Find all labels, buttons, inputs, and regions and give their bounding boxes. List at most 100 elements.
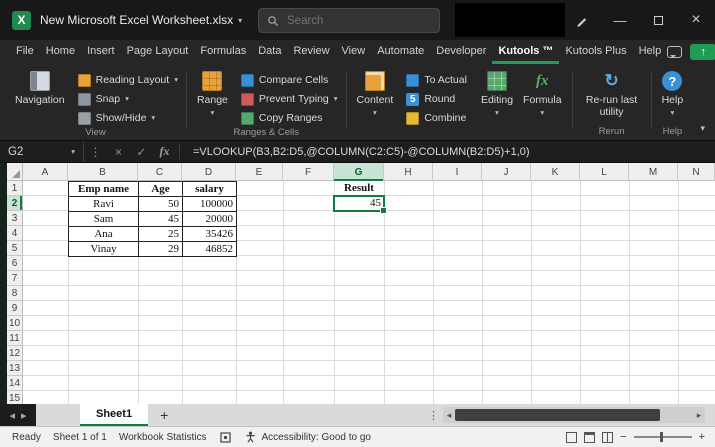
navigation-button[interactable]: Navigation: [10, 69, 70, 108]
column-header-H[interactable]: H: [384, 163, 433, 181]
rerun-last-utility-button[interactable]: ↻ Re-run last utility: [578, 69, 646, 120]
search-box[interactable]: [258, 8, 440, 33]
sheet-tab-sheet1[interactable]: Sheet1: [80, 404, 149, 426]
combine-button[interactable]: Combine: [403, 110, 470, 126]
row-header-11[interactable]: 11: [7, 331, 22, 346]
column-header-C[interactable]: C: [138, 163, 182, 181]
column-header-F[interactable]: F: [283, 163, 334, 181]
row-header-3[interactable]: 3: [7, 211, 22, 226]
workbook-statistics[interactable]: Workbook Statistics: [119, 432, 207, 443]
column-header-L[interactable]: L: [580, 163, 629, 181]
row-header-7[interactable]: 7: [7, 271, 22, 286]
column-header-I[interactable]: I: [433, 163, 482, 181]
window-title-dropdown[interactable]: New Microsoft Excel Worksheet.xlsx ▾: [40, 13, 242, 27]
row-header-13[interactable]: 13: [7, 361, 22, 376]
insert-function-button[interactable]: fx: [153, 144, 176, 159]
normal-view-icon[interactable]: [566, 431, 578, 443]
cell-B5[interactable]: Vinay: [69, 242, 139, 257]
column-header-B[interactable]: B: [68, 163, 138, 181]
column-header-K[interactable]: K: [531, 163, 580, 181]
row-header-2[interactable]: 2: [7, 196, 22, 211]
cell-B3[interactable]: Sam: [69, 212, 139, 227]
tab-insert[interactable]: Insert: [81, 40, 121, 64]
row-header-1[interactable]: 1: [7, 181, 22, 196]
search-input[interactable]: [285, 13, 415, 28]
cell-D5[interactable]: 46852: [183, 242, 237, 257]
share-button[interactable]: ↑: [690, 44, 715, 60]
grid-body[interactable]: Emp name Age salary Ravi 50 100000 Sam 4…: [23, 181, 715, 404]
cell-D4[interactable]: 35426: [183, 227, 237, 242]
column-header-N[interactable]: N: [678, 163, 715, 181]
name-box[interactable]: G2 ▾: [0, 141, 84, 162]
previous-sheet-button[interactable]: ◂: [9, 409, 15, 422]
cell-D1[interactable]: salary: [183, 182, 237, 197]
column-header-G[interactable]: G: [334, 163, 384, 181]
zoom-in-button[interactable]: +: [699, 431, 705, 443]
row-header-4[interactable]: 4: [7, 226, 22, 241]
draw-button[interactable]: [563, 0, 601, 40]
select-all-button[interactable]: [7, 163, 23, 181]
snap-button[interactable]: Snap ▾: [75, 91, 181, 107]
show-hide-button[interactable]: Show/Hide ▾: [75, 110, 181, 126]
cell-D3[interactable]: 20000: [183, 212, 237, 227]
maximize-button[interactable]: [639, 0, 677, 40]
column-header-A[interactable]: A: [23, 163, 68, 181]
cell-D2[interactable]: 100000: [183, 197, 237, 212]
minimize-button[interactable]: —: [601, 0, 639, 40]
column-header-M[interactable]: M: [629, 163, 678, 181]
accessibility-status[interactable]: Accessibility: Good to go: [261, 432, 371, 443]
scroll-right-arrow[interactable]: ▸: [693, 410, 705, 421]
page-layout-view-icon[interactable]: [584, 431, 596, 443]
close-button[interactable]: ×: [677, 0, 715, 40]
new-sheet-button[interactable]: +: [148, 404, 180, 426]
row-header-8[interactable]: 8: [7, 286, 22, 301]
round-button[interactable]: 5 Round: [403, 91, 470, 107]
compare-cells-button[interactable]: Compare Cells: [238, 72, 341, 88]
cell-B4[interactable]: Ana: [69, 227, 139, 242]
tab-page-layout[interactable]: Page Layout: [121, 40, 195, 64]
row-header-14[interactable]: 14: [7, 376, 22, 391]
row-header-9[interactable]: 9: [7, 301, 22, 316]
cell-B1[interactable]: Emp name: [69, 182, 139, 197]
row-header-10[interactable]: 10: [7, 316, 22, 331]
cell-C4[interactable]: 25: [139, 227, 183, 242]
row-header-12[interactable]: 12: [7, 346, 22, 361]
selected-cell-G2[interactable]: 45: [333, 195, 387, 214]
collapse-ribbon-button[interactable]: ▾: [700, 123, 705, 134]
formula-bar-options-icon[interactable]: ⋮: [84, 145, 107, 159]
cell-C3[interactable]: 45: [139, 212, 183, 227]
tab-help[interactable]: Help: [633, 40, 668, 64]
sheet-bar-overflow-icon[interactable]: ⋮: [428, 404, 439, 426]
cell-G1-result-label[interactable]: Result: [334, 181, 384, 196]
confirm-entry-button[interactable]: ✓: [130, 145, 153, 159]
editing-button[interactable]: Editing ▾: [476, 69, 518, 119]
next-sheet-button[interactable]: ▸: [21, 409, 27, 422]
help-button[interactable]: ? Help ▾: [657, 69, 689, 119]
cell-C1[interactable]: Age: [139, 182, 183, 197]
reading-layout-button[interactable]: Reading Layout ▾: [75, 72, 181, 88]
tab-formulas[interactable]: Formulas: [194, 40, 252, 64]
horizontal-scrollbar[interactable]: ◂ ▸: [443, 407, 705, 423]
tab-kutools[interactable]: Kutools ™: [492, 40, 560, 64]
column-header-D[interactable]: D: [182, 163, 236, 181]
tab-review[interactable]: Review: [287, 40, 335, 64]
formula-input[interactable]: [191, 144, 715, 159]
prevent-typing-button[interactable]: Prevent Typing ▾: [238, 91, 341, 107]
tab-file[interactable]: File: [10, 40, 40, 64]
content-button[interactable]: Content ▾: [352, 69, 399, 119]
cell-C5[interactable]: 29: [139, 242, 183, 257]
cell-B2[interactable]: Ravi: [69, 197, 139, 212]
macro-record-icon[interactable]: [220, 431, 232, 443]
cell-C2[interactable]: 50: [139, 197, 183, 212]
tab-automate[interactable]: Automate: [371, 40, 430, 64]
row-header-6[interactable]: 6: [7, 256, 22, 271]
to-actual-button[interactable]: To Actual: [403, 72, 470, 88]
excel-app-icon[interactable]: X: [12, 10, 31, 30]
tab-home[interactable]: Home: [40, 40, 81, 64]
tab-kutools-plus[interactable]: Kutools Plus: [559, 40, 632, 64]
copy-ranges-button[interactable]: Copy Ranges: [238, 110, 341, 126]
row-header-5[interactable]: 5: [7, 241, 22, 256]
zoom-slider-thumb[interactable]: [659, 432, 663, 442]
range-button[interactable]: Range ▾: [192, 69, 233, 119]
row-header-15[interactable]: 15: [7, 391, 22, 404]
